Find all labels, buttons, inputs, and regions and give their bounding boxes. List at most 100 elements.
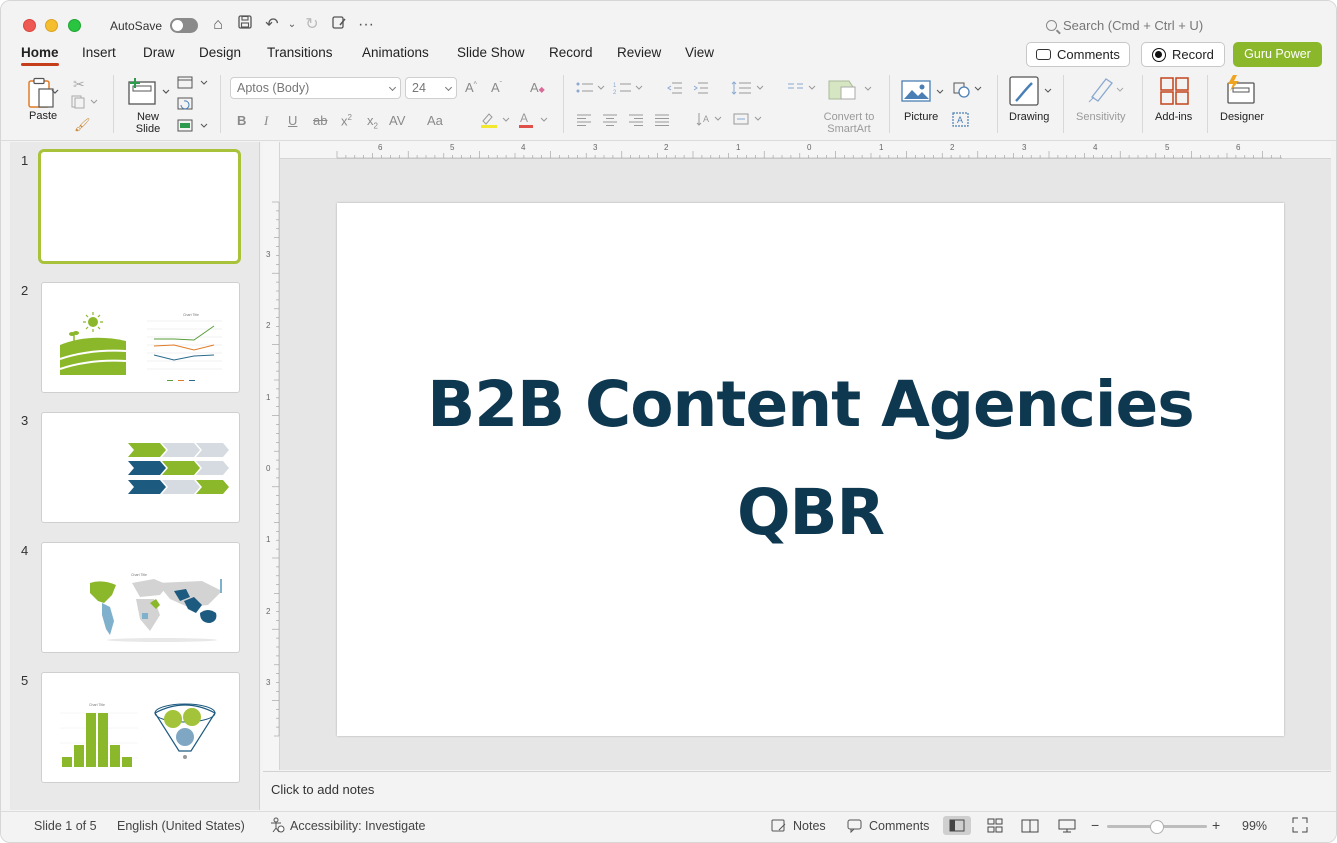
thumb-chart-title: Chart Title	[89, 703, 105, 707]
close-window-button[interactable]	[23, 19, 36, 32]
bullets-icon[interactable]	[575, 81, 611, 100]
justify-icon[interactable]	[655, 113, 669, 131]
zoom-level[interactable]: 99%	[1242, 819, 1267, 833]
numbering-icon[interactable]: 12	[613, 81, 649, 100]
text-direction-icon[interactable]: A	[695, 111, 727, 132]
align-left-icon[interactable]	[577, 113, 591, 131]
record-button[interactable]: Record	[1141, 42, 1225, 67]
align-text-icon[interactable]	[733, 111, 767, 132]
slide-thumbnail-5[interactable]: Chart Title	[41, 672, 240, 783]
increase-font-icon[interactable]: A^	[465, 80, 477, 95]
font-color-icon[interactable]: A	[517, 111, 549, 134]
picture-icon[interactable]	[901, 79, 947, 110]
zoom-out-button[interactable]: −	[1091, 817, 1099, 833]
redo-icon[interactable]: ↻	[301, 14, 323, 36]
slide-counter: Slide 1 of 5	[34, 819, 97, 833]
ruler-number: 6	[1236, 143, 1241, 152]
italic-icon[interactable]: I	[264, 113, 268, 129]
layout-icon[interactable]	[177, 76, 209, 95]
decrease-indent-icon[interactable]	[667, 81, 683, 100]
undo-icon[interactable]: ↶	[261, 14, 283, 36]
zoom-slider[interactable]	[1107, 820, 1207, 834]
columns-icon[interactable]	[787, 81, 819, 100]
language-status[interactable]: English (United States)	[117, 819, 245, 833]
line-spacing-icon[interactable]	[731, 81, 767, 100]
tab-animations[interactable]: Animations	[362, 45, 429, 60]
minimize-window-button[interactable]	[45, 19, 58, 32]
search-box[interactable]: Search (Cmd + Ctrl + U)	[1046, 18, 1203, 33]
tab-view[interactable]: View	[685, 45, 714, 60]
shapes-icon[interactable]	[951, 81, 985, 104]
cut-icon[interactable]: ✂	[73, 76, 85, 93]
slide-thumbnail-2[interactable]: Chart Title	[41, 282, 240, 393]
font-name-select[interactable]: Aptos (Body)	[230, 77, 401, 99]
reading-view-button[interactable]	[1016, 816, 1044, 835]
ribbon-separator	[1063, 75, 1064, 133]
align-center-icon[interactable]	[603, 113, 617, 131]
align-right-icon[interactable]	[629, 113, 643, 131]
tab-draw[interactable]: Draw	[143, 45, 175, 60]
current-slide[interactable]: B2B Content Agencies QBR	[337, 203, 1284, 736]
slide-thumbnail-3[interactable]	[41, 412, 240, 523]
bold-icon[interactable]: B	[237, 113, 246, 128]
change-case-icon[interactable]: Aa	[427, 113, 443, 128]
character-spacing-icon[interactable]: AV	[389, 113, 405, 128]
reset-slide-icon[interactable]	[177, 97, 195, 116]
slide-thumbnail-panel[interactable]: 1 2 Chart Title 3 4 Chart Title 5 Chart …	[10, 142, 260, 810]
undo-dropdown-chevron-icon[interactable]: ⌄	[281, 14, 303, 36]
notes-toggle[interactable]: Notes	[793, 819, 826, 833]
slide-sorter-view-button[interactable]	[981, 816, 1009, 835]
zoom-in-button[interactable]: +	[1212, 817, 1220, 833]
tab-review[interactable]: Review	[617, 45, 661, 60]
clear-formatting-icon[interactable]: A◆	[530, 80, 545, 95]
tab-transitions[interactable]: Transitions	[267, 45, 333, 60]
format-painter-icon[interactable]: 🖌	[74, 117, 91, 133]
decrease-font-icon[interactable]: Aˇ	[491, 80, 502, 95]
guru-power-button[interactable]: Guru Power	[1233, 42, 1322, 67]
slide-show-view-button[interactable]	[1053, 816, 1081, 835]
tab-insert[interactable]: Insert	[82, 45, 116, 60]
autosave-toggle[interactable]	[170, 18, 198, 33]
horizontal-ruler[interactable]: 6 5 4 3 2 1 0 1 2 3 4 5 6	[279, 142, 1331, 159]
drawing-icon[interactable]	[1008, 75, 1054, 112]
tab-record[interactable]: Record	[549, 45, 593, 60]
font-size-select[interactable]: 24	[405, 77, 457, 99]
strikethrough-icon[interactable]: ab	[313, 113, 327, 128]
increase-indent-icon[interactable]	[693, 81, 709, 100]
home-icon[interactable]: ⌂	[207, 14, 229, 36]
tab-home[interactable]: Home	[21, 45, 59, 66]
tab-design[interactable]: Design	[199, 45, 241, 60]
ribbon-separator	[563, 75, 564, 133]
designer-icon[interactable]	[1225, 75, 1259, 110]
normal-view-button[interactable]	[943, 816, 971, 835]
slide-thumbnail-1[interactable]	[38, 149, 241, 264]
copy-icon[interactable]	[71, 95, 99, 114]
save-icon[interactable]	[234, 14, 256, 36]
fit-to-window-icon[interactable]	[1292, 817, 1308, 836]
customize-icon[interactable]	[328, 14, 350, 36]
more-icon[interactable]: ···	[355, 14, 377, 36]
section-icon[interactable]	[177, 119, 209, 138]
smartart-icon[interactable]	[827, 77, 875, 108]
underline-icon[interactable]: U	[288, 113, 297, 128]
ruler-number: 0	[807, 143, 812, 152]
text-box-icon[interactable]: A	[952, 112, 970, 133]
highlight-icon[interactable]	[479, 111, 511, 134]
slide-title-line-2[interactable]: QBR	[337, 476, 1284, 549]
tab-slide-show[interactable]: Slide Show	[457, 45, 525, 60]
accessibility-status[interactable]: Accessibility: Investigate	[290, 819, 425, 833]
superscript-icon[interactable]: x2	[341, 113, 352, 128]
add-ins-icon[interactable]	[1160, 77, 1190, 110]
zoom-slider-handle[interactable]	[1149, 820, 1164, 834]
comments-toggle[interactable]: Comments	[869, 819, 929, 833]
vertical-ruler[interactable]: 3 2 1 0 1 2 3	[263, 142, 280, 770]
comments-button[interactable]: Comments	[1026, 42, 1130, 67]
subscript-icon[interactable]: x2	[367, 113, 378, 131]
slide-thumbnail-4[interactable]: Chart Title	[41, 542, 240, 653]
notes-pane[interactable]: Click to add notes	[263, 771, 1331, 809]
new-slide-icon[interactable]	[127, 76, 173, 113]
sensitivity-icon[interactable]	[1086, 75, 1128, 110]
slide-title-line-1[interactable]: B2B Content Agencies	[337, 368, 1284, 441]
maximize-window-button[interactable]	[68, 19, 81, 32]
paste-icon[interactable]	[27, 77, 61, 114]
